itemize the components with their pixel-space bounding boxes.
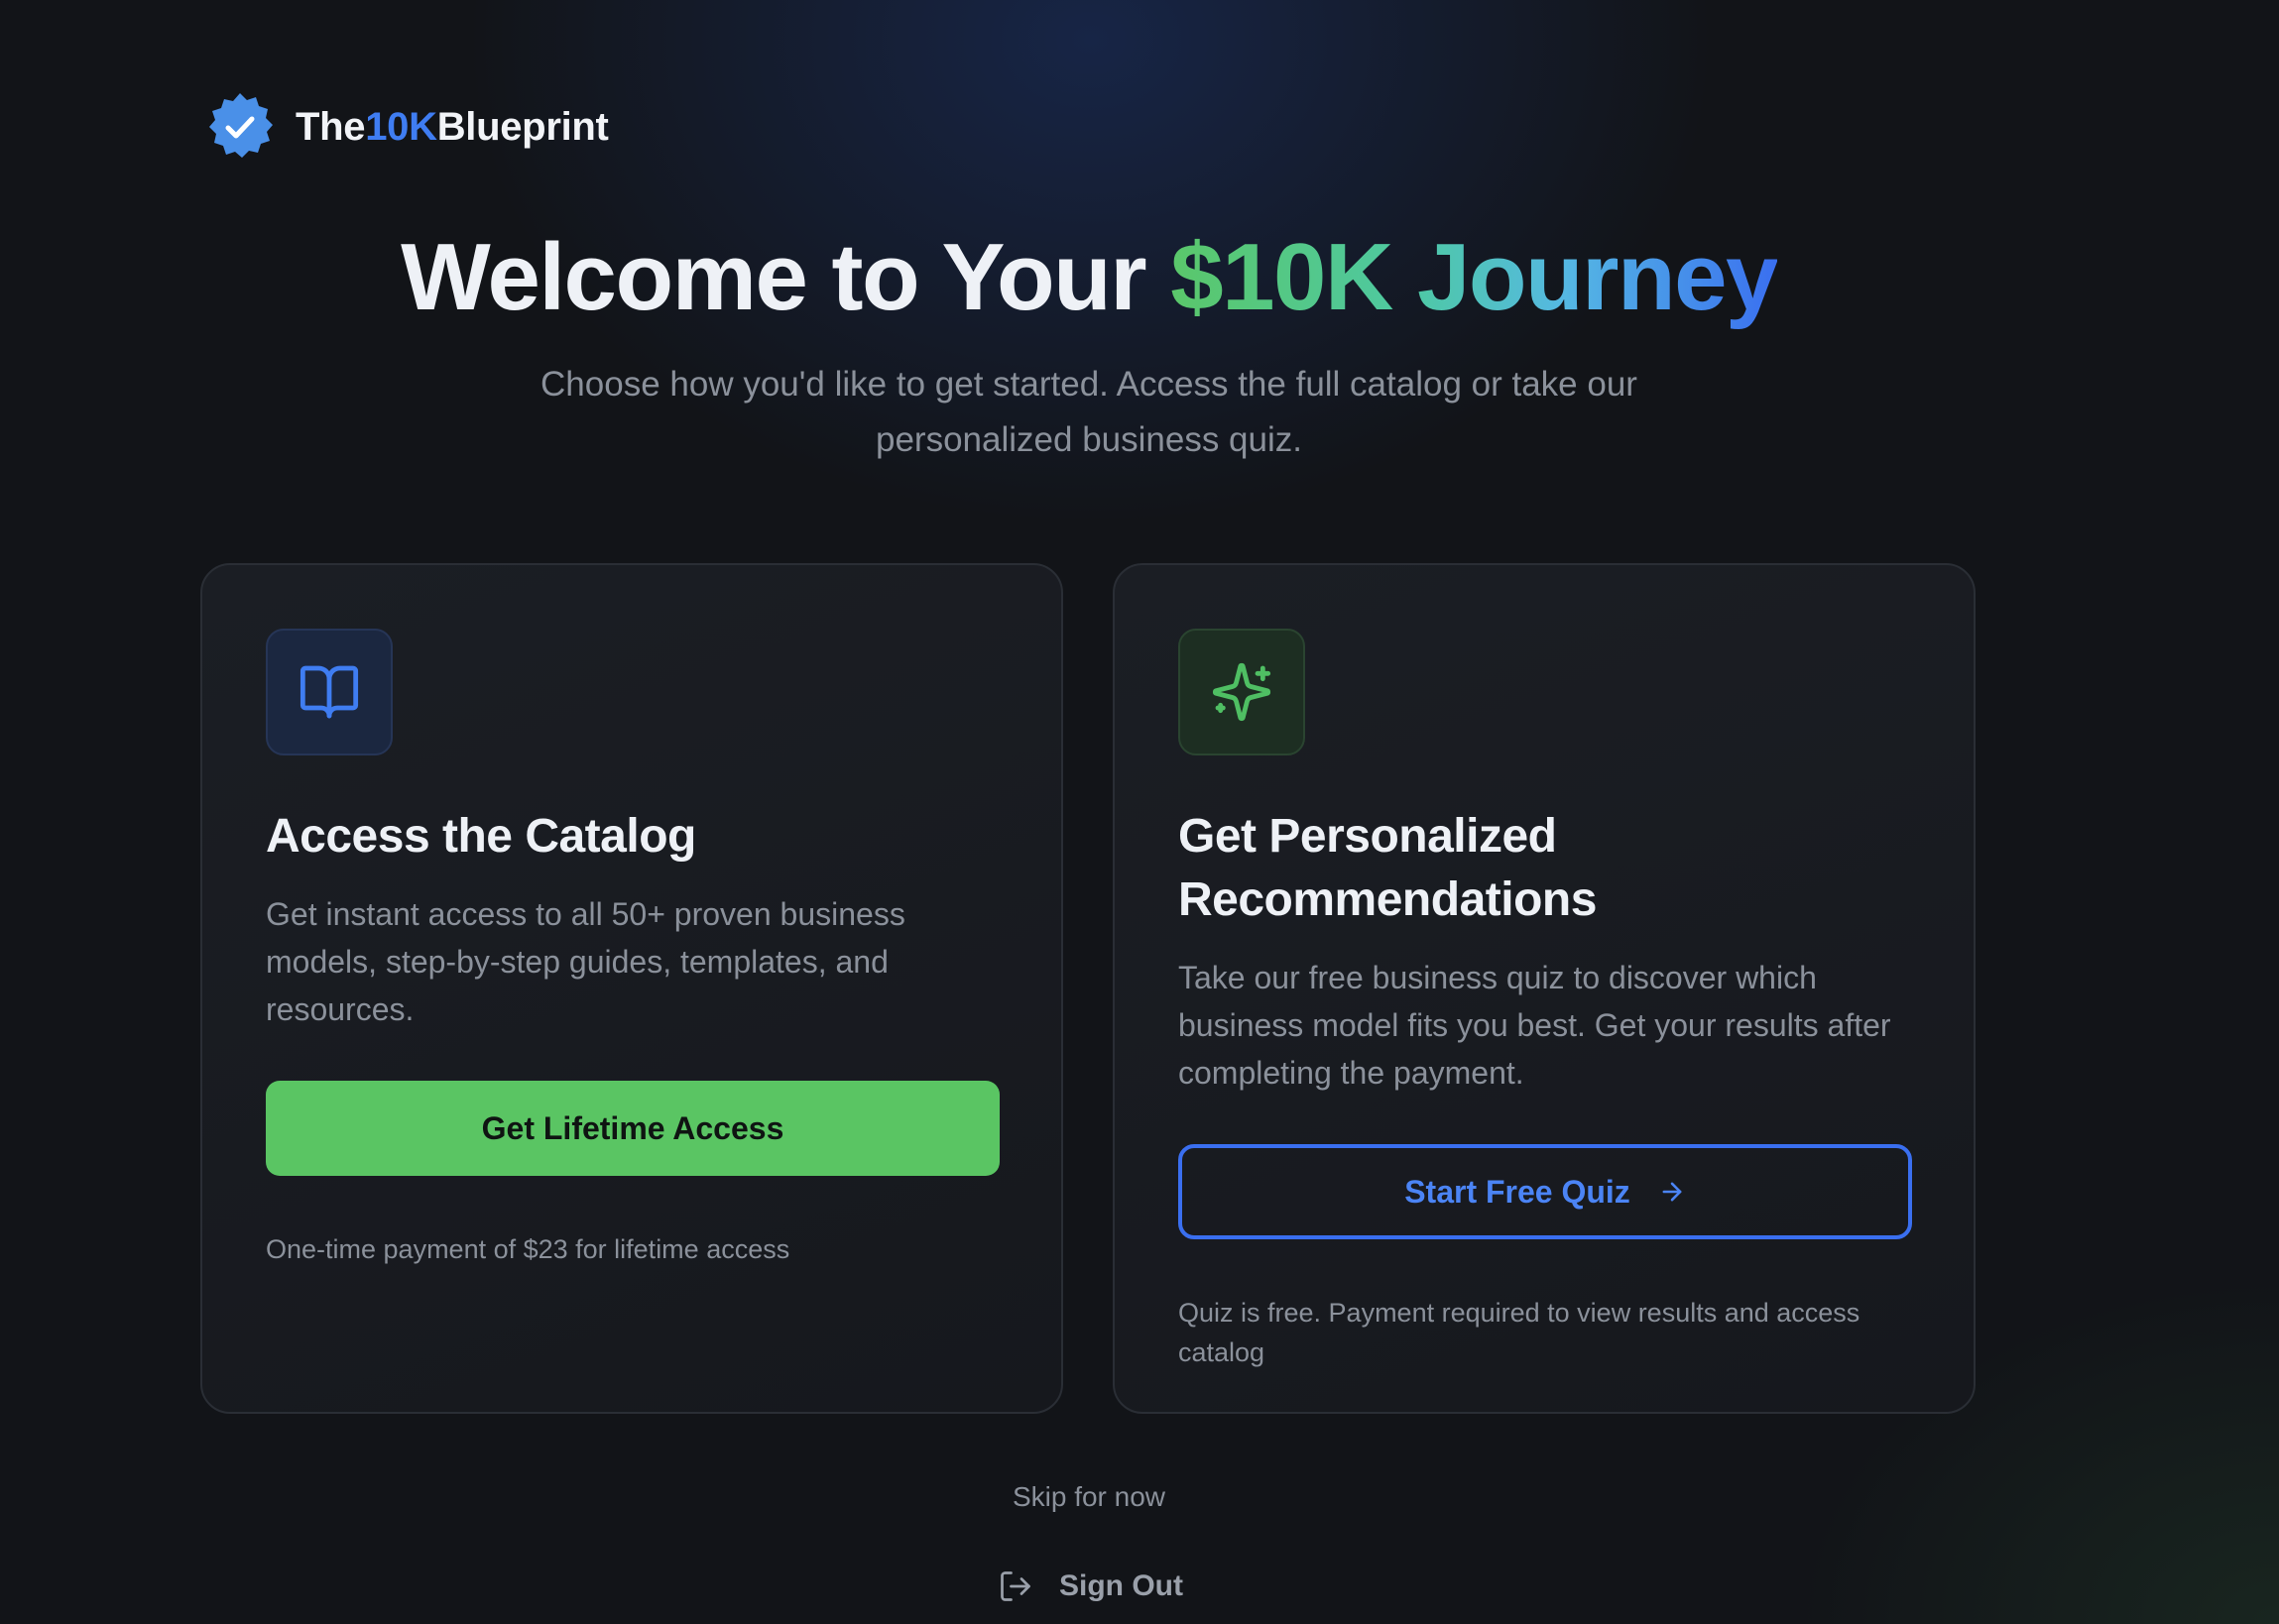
log-out-icon (1001, 1571, 1030, 1601)
quiz-icon-tile (1178, 629, 1305, 755)
quiz-card-note: Quiz is free. Payment required to view r… (1178, 1298, 1860, 1367)
brand-accent: 10K (365, 104, 437, 149)
verified-badge-icon (209, 93, 273, 158)
sign-out-button[interactable]: Sign Out (998, 1565, 1183, 1608)
catalog-card: Access the Catalog Get instant access to… (200, 563, 1063, 1414)
catalog-icon-tile (266, 629, 393, 755)
page-title: Welcome to Your $10K Journey (0, 220, 2178, 335)
start-free-quiz-button[interactable]: Start Free Quiz (1178, 1144, 1912, 1239)
sparkles-icon (1212, 662, 1271, 722)
skip-for-now-link[interactable]: Skip for now (0, 1481, 2178, 1513)
page-title-plain: Welcome to Your (401, 224, 1171, 330)
page-title-highlight: $10K Journey (1170, 224, 1778, 330)
quiz-card-description: Take our free business quiz to discover … (1178, 960, 1891, 1091)
page-subtitle: Choose how you'd like to get started. Ac… (540, 365, 1637, 459)
sign-out-label: Sign Out (1059, 1569, 1183, 1602)
quiz-card-title: Get Personalized Recommendations (1178, 810, 1597, 926)
quiz-card: Get Personalized Recommendations Take ou… (1113, 563, 1976, 1414)
start-free-quiz-label: Start Free Quiz (1404, 1173, 1630, 1210)
brand-name: The10KBlueprint (296, 105, 609, 150)
brand-logo[interactable]: The10KBlueprint (204, 91, 609, 163)
brand-suffix: Blueprint (436, 104, 609, 149)
catalog-card-title: Access the Catalog (266, 810, 696, 863)
catalog-card-note: One-time payment of $23 for lifetime acc… (266, 1234, 790, 1264)
book-open-icon (300, 665, 359, 719)
get-lifetime-access-button[interactable]: Get Lifetime Access (266, 1081, 1000, 1176)
brand-prefix: The (296, 104, 366, 149)
catalog-card-description: Get instant access to all 50+ proven bus… (266, 896, 905, 1027)
arrow-right-icon (1658, 1178, 1686, 1206)
